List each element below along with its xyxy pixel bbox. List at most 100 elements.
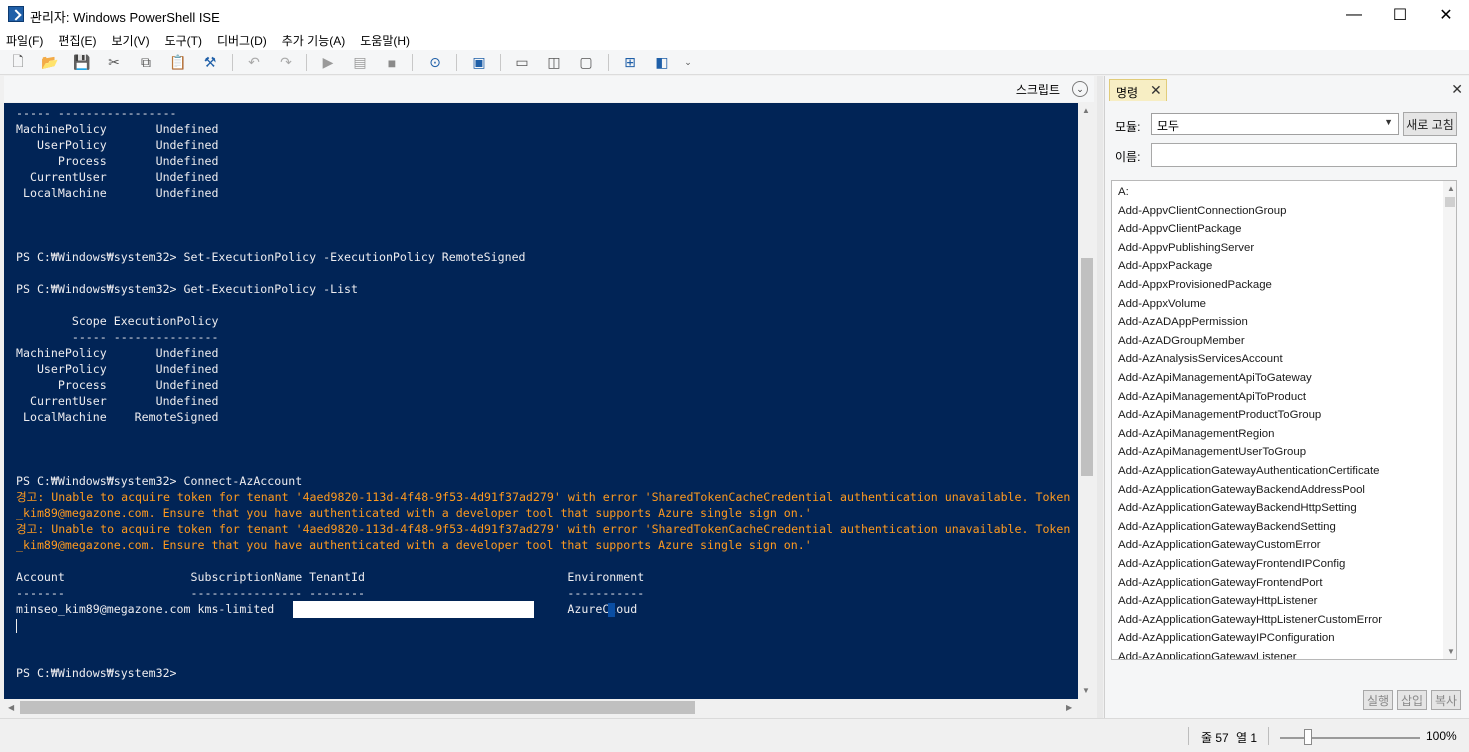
command-list-item[interactable]: Add-AzApplicationGatewayBackendSetting xyxy=(1118,518,1336,536)
script-pane-right-icon[interactable]: ◫ xyxy=(544,53,564,72)
copy-icon[interactable]: ⧉ xyxy=(136,53,156,72)
copy-button[interactable]: 복사 xyxy=(1431,690,1461,710)
scroll-down-icon[interactable]: ▼ xyxy=(1082,686,1090,695)
command-list-item[interactable]: Add-AppvClientPackage xyxy=(1118,220,1241,238)
redo-icon[interactable]: ↷ xyxy=(276,53,296,72)
console-line: LocalMachine Undefined xyxy=(16,186,219,200)
cut-icon[interactable]: ✂ xyxy=(104,53,124,72)
panel-close-icon[interactable]: ✕ xyxy=(1451,81,1463,98)
commands-tab[interactable]: 명령 ✕ xyxy=(1109,79,1167,101)
command-list-item[interactable]: Add-AzApiManagementApiToGateway xyxy=(1118,369,1312,387)
command-list-item[interactable]: Add-AppvPublishingServer xyxy=(1118,239,1254,257)
name-label: 이름: xyxy=(1115,150,1141,164)
command-list-item[interactable]: Add-AzADGroupMember xyxy=(1118,332,1245,350)
command-list-item[interactable]: Add-AzApplicationGatewayCustomError xyxy=(1118,536,1321,554)
toolbar-overflow-icon[interactable]: ⌄ xyxy=(678,53,698,72)
module-label: 모듈: xyxy=(1115,120,1141,134)
menu-addons[interactable]: 추가 기능(A) xyxy=(282,32,346,49)
text-cursor-block xyxy=(608,603,615,617)
close-button[interactable]: ✕ xyxy=(1423,0,1469,30)
console-line: Process Undefined xyxy=(16,154,219,168)
console-pane[interactable]: PS C:₩Windows₩system32> minseo_kim89@mega… xyxy=(4,103,1078,699)
pane-splitter[interactable] xyxy=(1097,76,1103,718)
input-caret xyxy=(16,619,17,633)
scroll-down-icon[interactable]: ▼ xyxy=(1447,647,1455,656)
script-pane-max-icon[interactable]: ▢ xyxy=(576,53,596,72)
commands-tab-label: 명령 xyxy=(1116,86,1139,100)
new-file-icon[interactable]: 🗋 xyxy=(8,53,28,72)
redacted-tenant-id xyxy=(293,601,534,618)
command-list-item[interactable]: Add-AzApiManagementProductToGroup xyxy=(1118,406,1321,424)
menu-file[interactable]: 파일(F) xyxy=(6,32,43,49)
refresh-button[interactable]: 새로 고침 xyxy=(1403,112,1457,136)
menu-tools[interactable]: 도구(T) xyxy=(165,32,202,49)
script-pane-header: 스크립트 ⌄ xyxy=(4,76,1094,102)
scroll-up-icon[interactable]: ▲ xyxy=(1082,106,1090,115)
command-list-item[interactable]: Add-AzApplicationGatewayIPConfiguration xyxy=(1118,629,1335,647)
show-command-addon-icon[interactable]: ◧ xyxy=(652,53,672,72)
chevron-down-icon[interactable]: ⌄ xyxy=(1072,81,1088,97)
command-list-item[interactable]: Add-AzApplicationGatewayListener xyxy=(1118,648,1297,659)
run-button[interactable]: 실행 xyxy=(1363,690,1393,710)
console-line: PS C:₩Windows₩system32> Connect-AzAccoun… xyxy=(16,474,303,488)
zoom-slider-thumb[interactable] xyxy=(1304,729,1312,745)
command-list-item[interactable]: Add-AzApplicationGatewayAuthenticationCe… xyxy=(1118,462,1380,480)
open-folder-icon[interactable]: 📂 xyxy=(40,53,60,72)
name-filter-input[interactable] xyxy=(1151,143,1457,167)
show-command-window-icon[interactable]: ⊞ xyxy=(620,53,640,72)
clear-console-icon[interactable]: ⚒ xyxy=(200,53,220,72)
console-vertical-scroll-thumb[interactable] xyxy=(1081,258,1093,476)
console-line: PS C:₩Windows₩system32> Get-ExecutionPol… xyxy=(16,282,359,296)
command-list-scroll-thumb[interactable] xyxy=(1445,197,1455,207)
menu-edit[interactable]: 편집(E) xyxy=(58,32,96,49)
command-list[interactable]: Add-AzApplicationGatewayListener Add-AzAp… xyxy=(1111,180,1457,660)
console-warning-line: 경고: Unable to acquire token for tenant '… xyxy=(16,522,1078,536)
stop-icon[interactable]: ■ xyxy=(382,53,402,72)
menu-debug[interactable]: 디버그(D) xyxy=(217,32,267,49)
scroll-left-icon[interactable]: ◀ xyxy=(8,703,14,712)
console-line: MachinePolicy Undefined xyxy=(16,122,219,136)
console-line: Process Undefined xyxy=(16,378,219,392)
module-select[interactable]: 모두 ▼ xyxy=(1151,113,1399,135)
undo-icon[interactable]: ↶ xyxy=(244,53,264,72)
console-line: UserPolicy Undefined xyxy=(16,138,219,152)
save-icon[interactable]: 💾 xyxy=(72,53,92,72)
script-pane-top-icon[interactable]: ▭ xyxy=(512,53,532,72)
scroll-up-icon[interactable]: ▲ xyxy=(1447,184,1455,193)
command-list-scrollbar[interactable] xyxy=(1443,181,1456,659)
console-horizontal-scroll-thumb[interactable] xyxy=(20,701,695,714)
run-selection-icon[interactable]: ▤ xyxy=(350,53,370,72)
paste-icon[interactable]: 📋 xyxy=(168,53,188,72)
command-list-item[interactable]: A: xyxy=(1118,183,1129,201)
menu-view[interactable]: 보기(V) xyxy=(111,32,149,49)
command-list-item[interactable]: Add-AppxPackage xyxy=(1118,257,1212,275)
command-list-item[interactable]: Add-AzApplicationGatewayHttpListener xyxy=(1118,592,1317,610)
zoom-slider-track[interactable] xyxy=(1280,737,1420,739)
console-line: ------- ---------------- -------- ------… xyxy=(16,586,645,600)
minimize-button[interactable]: — xyxy=(1331,0,1377,30)
command-list-item[interactable]: Add-AzApplicationGatewayBackendHttpSetti… xyxy=(1118,499,1357,517)
powershell-console-icon[interactable]: ▣ xyxy=(469,53,489,72)
close-icon[interactable]: ✕ xyxy=(1150,82,1162,99)
console-warning-line: _kim89@megazone.com. Ensure that you hav… xyxy=(16,506,812,520)
command-list-item[interactable]: Add-AzApplicationGatewayBackendAddressPo… xyxy=(1118,481,1365,499)
maximize-button[interactable]: ☐ xyxy=(1377,0,1423,30)
module-select-value: 모두 xyxy=(1157,119,1180,133)
command-list-item[interactable]: Add-AzADAppPermission xyxy=(1118,313,1248,331)
script-pane-label: 스크립트 xyxy=(1015,83,1060,97)
command-list-item[interactable]: Add-AppvClientConnectionGroup xyxy=(1118,202,1286,220)
command-list-item[interactable]: Add-AzApplicationGatewayHttpListenerCust… xyxy=(1118,611,1382,629)
command-list-item[interactable]: Add-AzApiManagementUserToGroup xyxy=(1118,443,1306,461)
command-list-item[interactable]: Add-AppxVolume xyxy=(1118,295,1206,313)
command-list-item[interactable]: Add-AzApiManagementRegion xyxy=(1118,425,1274,443)
command-list-item[interactable]: Add-AzAnalysisServicesAccount xyxy=(1118,350,1283,368)
menu-help[interactable]: 도움말(H) xyxy=(360,32,410,49)
command-list-item[interactable]: Add-AzApiManagementApiToProduct xyxy=(1118,388,1306,406)
insert-button[interactable]: 삽입 xyxy=(1397,690,1427,710)
command-list-item[interactable]: Add-AzApplicationGatewayFrontendPort xyxy=(1118,574,1323,592)
command-list-item[interactable]: Add-AppxProvisionedPackage xyxy=(1118,276,1272,294)
run-script-icon[interactable]: ▶ xyxy=(318,53,338,72)
remote-powershell-icon[interactable]: ⊙ xyxy=(425,53,445,72)
command-list-item[interactable]: Add-AzApplicationGatewayFrontendIPConfig xyxy=(1118,555,1345,573)
scroll-right-icon[interactable]: ▶ xyxy=(1066,703,1072,712)
